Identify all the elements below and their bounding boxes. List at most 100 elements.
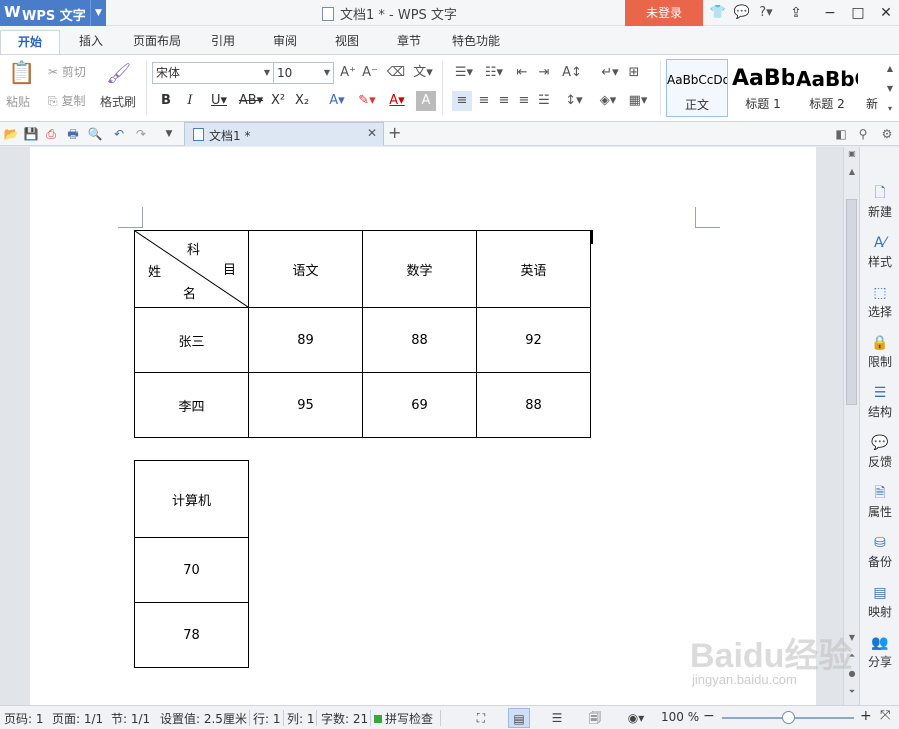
clear-format-icon[interactable]: ⌫ <box>386 63 406 83</box>
decrease-indent-icon[interactable]: ⇤ <box>512 63 532 83</box>
status-section[interactable]: 节: 1/1 <box>111 710 150 727</box>
minimize-button[interactable]: − <box>820 3 840 23</box>
header-cell[interactable]: 计算机 <box>134 460 249 538</box>
italic-icon[interactable]: I <box>180 91 200 111</box>
text-effect-icon[interactable]: A▾ <box>322 91 352 111</box>
panel-backup[interactable]: ⛁ 备份 <box>860 533 899 579</box>
upload-icon[interactable]: ⇪ <box>786 3 806 23</box>
header-cell[interactable]: 英语 <box>476 230 591 308</box>
line-spacing-icon[interactable]: ↕▾ <box>560 91 588 111</box>
panel-feedback[interactable]: 💬 反馈 <box>860 433 899 479</box>
status-word-count[interactable]: 字数: 21 <box>321 710 368 727</box>
copy-button[interactable]: ⎘ 复制 <box>48 92 85 109</box>
eye-protection-icon[interactable]: ◉▾ <box>620 708 652 728</box>
scroll-options-icon[interactable]: ▣ <box>844 147 860 161</box>
tab-references[interactable]: 引用 <box>196 30 250 54</box>
app-menu-button[interactable]: W WPS 文字 ▼ <box>0 0 106 26</box>
style-more-icon[interactable]: ▾ <box>884 99 896 119</box>
zoom-level[interactable]: 100 % <box>661 710 699 724</box>
zoom-slider-handle[interactable] <box>782 711 795 724</box>
superscript-icon[interactable]: X² <box>268 91 288 111</box>
panel-new[interactable]: 🗋 新建 <box>860 183 899 229</box>
header-cell[interactable]: 数学 <box>362 230 477 308</box>
underline-icon[interactable]: U▾ <box>204 91 234 111</box>
bullet-list-icon[interactable]: ☰▾ <box>450 63 478 83</box>
align-left-icon[interactable]: ≡ <box>452 91 472 111</box>
pin-icon[interactable]: ⚲ <box>854 125 872 143</box>
close-button[interactable]: ✕ <box>876 3 896 23</box>
outline-view-icon[interactable]: ☰ <box>546 708 568 728</box>
status-page[interactable]: 页面: 1/1 <box>52 710 103 727</box>
panel-icon[interactable]: ◧ <box>832 125 850 143</box>
status-line[interactable]: 行: 1 <box>253 710 281 727</box>
status-setting-value[interactable]: 设置值: 2.5厘米 <box>160 710 247 727</box>
skin-icon[interactable]: 👕 <box>708 3 728 23</box>
style-heading-2[interactable]: AaBbC 标题 2 <box>796 59 858 117</box>
style-new[interactable]: 新 <box>862 59 882 117</box>
feedback-icon[interactable]: 💬 <box>732 3 752 23</box>
style-heading-1[interactable]: AaBb 标题 1 <box>732 59 794 117</box>
panel-restrict[interactable]: 🔒 限制 <box>860 333 899 379</box>
help-icon[interactable]: ?▾ <box>756 3 776 23</box>
score-cell[interactable]: 95 <box>248 372 363 438</box>
text-direction-icon[interactable]: A↕ <box>558 63 586 83</box>
status-column[interactable]: 列: 1 <box>287 710 315 727</box>
tab-home[interactable]: 开始 <box>0 30 60 54</box>
panel-styles[interactable]: A⁄ 样式 <box>860 233 899 279</box>
score-cell[interactable]: 92 <box>476 307 591 373</box>
tab-review[interactable]: 审阅 <box>258 30 312 54</box>
close-icon[interactable]: ✕ <box>367 126 377 140</box>
strikethrough-icon[interactable]: AB▾ <box>236 91 266 111</box>
name-cell[interactable]: 李四 <box>134 372 249 438</box>
subscript-icon[interactable]: X₂ <box>292 91 312 111</box>
format-painter-button[interactable]: 🖌 <box>106 61 131 85</box>
settings-icon[interactable]: ⚙ <box>878 125 896 143</box>
maximize-button[interactable]: □ <box>848 3 868 23</box>
tab-page-layout[interactable]: 页面布局 <box>124 30 190 54</box>
chevron-down-icon[interactable]: ▼ <box>160 125 178 143</box>
tab-chapter[interactable]: 章节 <box>382 30 436 54</box>
borders-icon[interactable]: ▦▾ <box>624 91 652 111</box>
numbered-list-icon[interactable]: ☷▾ <box>480 63 508 83</box>
panel-mapping[interactable]: ▤ 映射 <box>860 583 899 629</box>
vertical-scrollbar[interactable]: ▣ ▲ ▼ ⏶ ● ⏷ <box>843 147 859 705</box>
char-shading-icon[interactable]: A <box>416 91 436 111</box>
print-preview-icon[interactable]: 🔍 <box>86 125 104 143</box>
tab-special-features[interactable]: 特色功能 <box>446 30 506 54</box>
zoom-in-icon[interactable]: + <box>860 708 872 724</box>
highlight-icon[interactable]: ✎▾ <box>352 91 382 111</box>
panel-select[interactable]: ⬚ 选择 <box>860 283 899 329</box>
panel-share[interactable]: 👥 分享 <box>860 633 899 679</box>
panel-properties[interactable]: 🗎 属性 <box>860 483 899 529</box>
score-cell[interactable]: 88 <box>476 372 591 438</box>
shrink-font-icon[interactable]: A⁻ <box>360 63 380 83</box>
name-cell[interactable]: 张三 <box>134 307 249 373</box>
table-icon[interactable]: ⊞ <box>624 63 644 83</box>
scrollbar-thumb[interactable] <box>846 199 857 405</box>
document-tab[interactable]: 文档1 * ✕ <box>184 122 384 146</box>
page-view-icon[interactable]: ▤ <box>508 708 530 728</box>
pinyin-icon[interactable]: 文▾ <box>410 63 436 83</box>
format-painter-label[interactable]: 格式刷 <box>100 93 136 110</box>
grades-table[interactable]: 科 目 姓 名 语文 数学 英语 张三 89 88 92 李四 95 69 88 <box>134 230 591 438</box>
redo-icon[interactable]: ↷ <box>132 125 150 143</box>
score-cell[interactable]: 89 <box>248 307 363 373</box>
distributed-icon[interactable]: ☱ <box>534 91 554 111</box>
next-page-icon[interactable]: ⏷ <box>844 685 860 699</box>
font-size-select[interactable]: 10 ▼ <box>274 62 334 84</box>
score-cell[interactable]: 78 <box>134 602 249 668</box>
fit-window-icon[interactable]: ⤧ <box>880 708 890 723</box>
style-scroll-up-icon[interactable]: ▲ <box>884 59 896 79</box>
save-icon[interactable]: 💾 <box>22 125 40 143</box>
tab-view[interactable]: 视图 <box>320 30 374 54</box>
zoom-out-icon[interactable]: − <box>703 708 715 724</box>
document-page[interactable]: 科 目 姓 名 语文 数学 英语 张三 89 88 92 李四 95 69 88 <box>30 147 816 705</box>
score-cell[interactable]: 88 <box>362 307 477 373</box>
grow-font-icon[interactable]: A⁺ <box>338 63 358 83</box>
bold-icon[interactable]: B <box>156 91 176 111</box>
paste-button[interactable]: 📋 <box>8 61 35 86</box>
align-center-icon[interactable]: ≡ <box>474 91 494 111</box>
login-button[interactable]: 未登录 <box>625 0 703 26</box>
scroll-up-icon[interactable]: ▲ <box>844 165 860 179</box>
score-cell[interactable]: 69 <box>362 372 477 438</box>
